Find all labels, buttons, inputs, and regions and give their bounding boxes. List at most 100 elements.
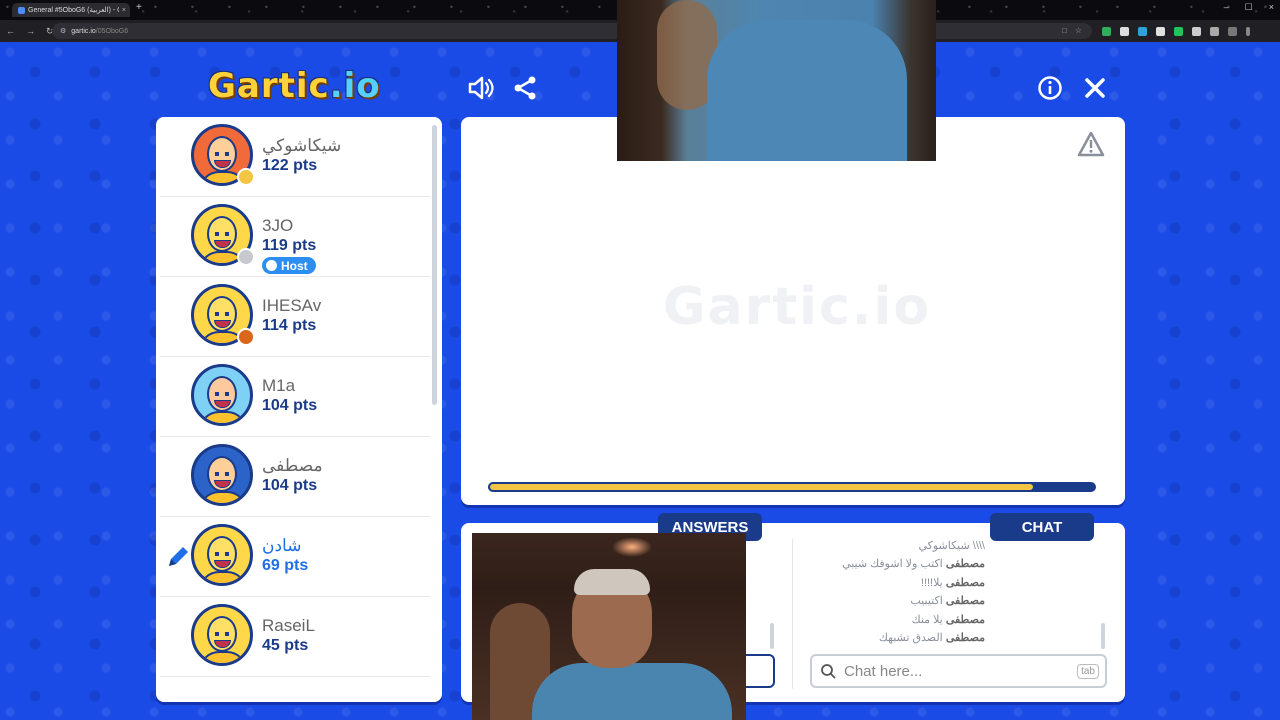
answers-scrollbar[interactable]: [770, 623, 774, 649]
player-row[interactable]: شيكاشوكي 122 pts: [160, 117, 430, 197]
player-points: 104 pts: [262, 477, 318, 494]
chat-scrollbar[interactable]: [1101, 623, 1105, 649]
menu-icon[interactable]: [1246, 26, 1250, 36]
info-icon[interactable]: [1035, 73, 1065, 103]
puzzle-icon[interactable]: [1210, 26, 1219, 36]
webcam-overlay-top: [617, 0, 936, 161]
player-points: 119 pts: [262, 237, 317, 254]
round-timer-bar: [488, 482, 1096, 492]
chat-message: مصطفى اكتيبيب: [813, 592, 1103, 610]
url-input[interactable]: ⚙ gartic.io/05OboG6 □ ☆: [52, 23, 1092, 39]
player-name: 3JO: [262, 216, 294, 235]
close-icon[interactable]: [1080, 73, 1110, 103]
chat-message-text: اكتيبيب: [910, 595, 943, 608]
player-row[interactable]: مصطفى 104 pts: [160, 437, 430, 517]
host-icon: [266, 260, 277, 271]
forward-icon[interactable]: →: [26, 26, 35, 37]
cast-icon[interactable]: □: [1062, 26, 1067, 35]
avatar-eyes: [215, 632, 229, 636]
status-dot: [237, 168, 255, 186]
player-points: 45 pts: [262, 637, 309, 654]
avatar-eyes: [215, 152, 229, 156]
status-dot: [237, 328, 255, 346]
avatar-body: [199, 651, 247, 663]
chat-message: \\\\ شيكاشوكي: [813, 537, 1103, 555]
chat-message-user: مصطفى: [945, 613, 985, 626]
extension-icon[interactable]: [1192, 26, 1201, 36]
player-row[interactable]: RaseiL 45 pts: [160, 597, 430, 677]
canvas-watermark: Gartic.io: [662, 277, 932, 337]
search-icon: [821, 664, 836, 679]
round-timer-fill: [488, 482, 1036, 492]
chat-message-text: \\\\ شيكاشوكي: [918, 540, 985, 552]
webcam-shirt: [532, 663, 732, 720]
avatar: [191, 444, 253, 506]
profile-icon[interactable]: [1228, 26, 1237, 36]
sound-icon[interactable]: [466, 73, 496, 103]
players-scrollbar[interactable]: [432, 125, 437, 405]
webcam-shirt: [707, 20, 907, 161]
bookmark-star-icon[interactable]: ☆: [1075, 26, 1082, 35]
chat-input[interactable]: Chat here... tab: [810, 654, 1107, 688]
avatar-body: [199, 571, 247, 583]
player-name: RaseiL: [262, 616, 315, 635]
tab-close-icon[interactable]: ×: [122, 7, 130, 14]
player-row[interactable]: M1a 104 pts: [160, 357, 430, 437]
url-path: /05OboG6: [95, 27, 129, 35]
share-icon[interactable]: [510, 73, 540, 103]
extension-icon[interactable]: [1174, 26, 1183, 36]
player-name: IHESAv: [262, 296, 322, 315]
chat-message-user: مصطفى: [945, 576, 985, 589]
pencil-icon: [169, 547, 188, 566]
player-points: 69 pts: [262, 557, 309, 574]
player-name: شيكاشوكي: [262, 136, 342, 155]
close-window-button[interactable]: ×: [1269, 2, 1274, 13]
players-panel: شيكاشوكي 122 pts 3JO 119 pts Host IHESAv 114…: [156, 117, 442, 702]
site-favicon-icon: [18, 6, 25, 14]
avatar-eyes: [215, 472, 229, 476]
logo-text: Gartic: [208, 66, 330, 106]
extension-icon[interactable]: [1120, 26, 1129, 36]
chat-message-text: يلا منك: [911, 613, 943, 626]
player-name: M1a: [262, 376, 296, 395]
status-dot: [237, 248, 255, 266]
chat-placeholder: Chat here...: [844, 662, 923, 680]
chat-message: مصطفى الصدق تشبهك: [813, 629, 1103, 647]
player-row[interactable]: IHESAv 114 pts: [160, 277, 430, 357]
host-label: Host: [281, 258, 308, 273]
new-tab-button[interactable]: +: [136, 2, 142, 13]
avatar-eyes: [215, 392, 229, 396]
avatar-eyes: [215, 312, 229, 316]
maximize-button[interactable]: ☐: [1245, 2, 1253, 13]
url-text: gartic.io/05OboG6: [71, 28, 128, 35]
url-host: gartic.io: [71, 27, 96, 35]
window-controls: – ☐ ×: [1224, 2, 1274, 13]
player-name: مصطفى: [262, 456, 323, 475]
chat-message-text: اكتب ولا اشوفك شيبي: [842, 558, 943, 571]
extension-icon[interactable]: [1102, 26, 1111, 36]
logo-suffix: .io: [329, 66, 381, 106]
avatar: [191, 604, 253, 666]
player-points: 114 pts: [262, 317, 317, 334]
chat-message: مصطفى اكتب ولا اشوفك شيبي: [813, 555, 1103, 573]
avatar: [191, 364, 253, 426]
extension-icon[interactable]: [1156, 26, 1165, 36]
chat-message: مصطفى يلا!!!!: [813, 574, 1103, 592]
player-row[interactable]: 3JO 119 pts Host: [160, 197, 430, 277]
extension-icon[interactable]: [1138, 26, 1147, 36]
player-points: 104 pts: [262, 397, 318, 414]
site-info-icon[interactable]: ⚙: [60, 27, 66, 35]
back-icon[interactable]: ←: [6, 26, 15, 37]
host-badge: Host: [262, 257, 316, 274]
avatar: [191, 524, 253, 586]
drawing-canvas[interactable]: Gartic.io: [461, 117, 1125, 505]
tab-key-hint: tab: [1077, 663, 1099, 679]
browser-tab[interactable]: General #5OboG6 (العربية) - Ga ×: [12, 3, 130, 17]
minimize-button[interactable]: –: [1224, 2, 1229, 13]
player-row[interactable]: شادن 69 pts: [160, 517, 430, 597]
chat-message: مصطفى يلا منك: [813, 611, 1103, 629]
player-name: شادن: [262, 536, 302, 555]
report-warning-icon[interactable]: [1077, 131, 1105, 157]
chat-message-text: الصدق تشبهك: [878, 631, 943, 644]
avatar-body: [199, 411, 247, 423]
